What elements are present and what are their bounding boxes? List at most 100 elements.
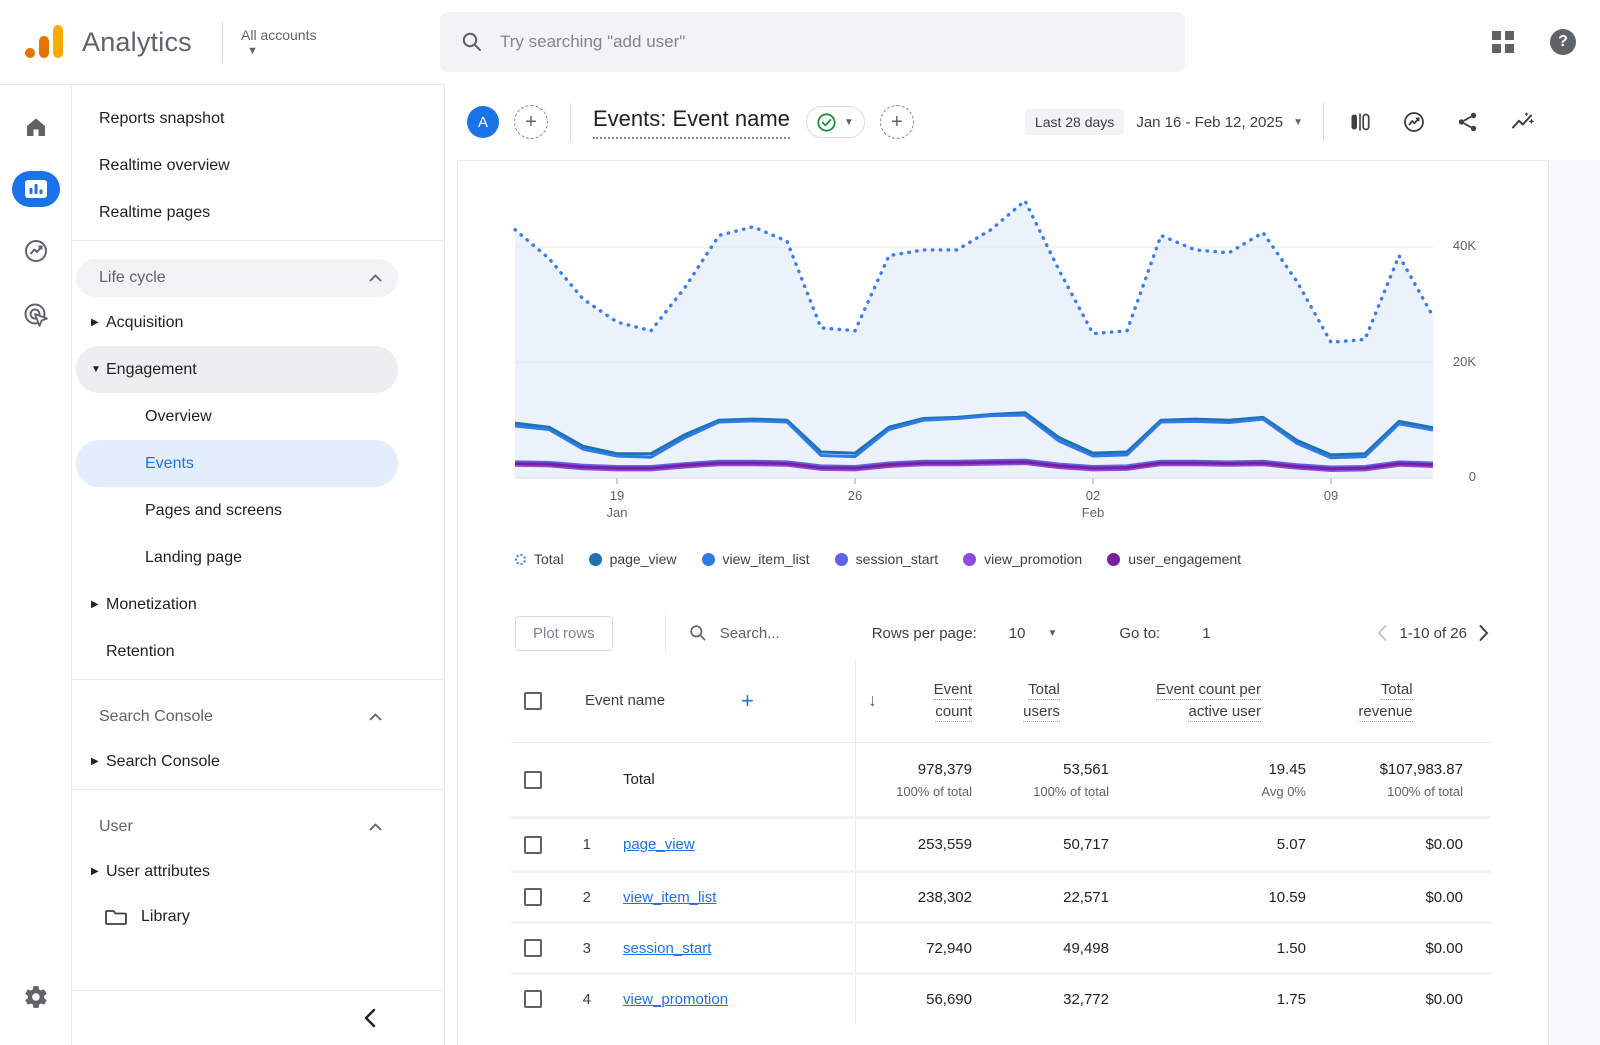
avatar[interactable]: A: [467, 106, 499, 138]
sidebar-item-search-console[interactable]: ▶ Search Console: [76, 738, 398, 785]
sidebar-item-realtime-overview[interactable]: Realtime overview: [72, 142, 444, 189]
sidebar-item-retention[interactable]: Retention: [76, 628, 398, 675]
section-life-cycle[interactable]: Life cycle: [76, 259, 398, 297]
chart-svg: [511, 175, 1439, 487]
table-search-input[interactable]: [720, 625, 830, 642]
chevron-down-icon[interactable]: ▼: [1293, 117, 1303, 128]
total-area-fill: [515, 201, 1433, 478]
sidebar-item-realtime-pages[interactable]: Realtime pages: [72, 189, 444, 236]
google-apps-grid-icon[interactable]: [1492, 31, 1514, 53]
x-axis-label: 09: [1291, 487, 1371, 504]
row-checkbox[interactable]: [524, 836, 542, 854]
right-gutter: [1548, 160, 1600, 1045]
check-circle-icon: [817, 113, 836, 132]
table-total-row: Total 978,379 100% of total 53,561 100% …: [511, 743, 1491, 819]
total-revenue: $107,983.87: [1308, 761, 1463, 778]
sidebar-item-user-attributes[interactable]: ▶ User attributes: [76, 848, 398, 895]
table-search[interactable]: [688, 623, 830, 643]
add-report-button[interactable]: +: [880, 105, 914, 139]
report-status-pill[interactable]: ▼: [806, 106, 865, 138]
column-header-event-name[interactable]: Event name: [585, 692, 665, 709]
report-nav-sidebar: Reports snapshot Realtime overview Realt…: [72, 84, 445, 1045]
caret-right-icon: ▶: [76, 756, 106, 767]
sort-descending-icon[interactable]: ↓: [856, 690, 877, 711]
share-icon[interactable]: [1456, 110, 1480, 134]
plot-rows-button[interactable]: Plot rows: [515, 616, 613, 651]
event-link[interactable]: session_start: [623, 940, 711, 957]
event-link[interactable]: view_promotion: [623, 991, 728, 1008]
x-axis-label: 19Jan: [577, 487, 657, 521]
analytics-logo-icon: [24, 25, 66, 59]
date-range-value[interactable]: Jan 16 - Feb 12, 2025: [1136, 114, 1283, 131]
global-search-input[interactable]: [500, 32, 1140, 52]
sidebar-item-landing-page[interactable]: Landing page: [76, 534, 398, 581]
explore-icon[interactable]: [12, 231, 60, 271]
total-event-count-per-active-user: 19.45: [1111, 761, 1306, 778]
legend-item-user_engagement[interactable]: user_engagement: [1107, 551, 1241, 567]
total-event-count: 978,379: [856, 761, 972, 778]
table-header-row: Event name + ↓ Event count Tot: [511, 659, 1491, 743]
sidebar-item-engagement[interactable]: ▼ Engagement: [76, 346, 398, 393]
legend-label: user_engagement: [1128, 551, 1241, 567]
legend-swatch: [515, 554, 526, 565]
previous-page-icon[interactable]: [1375, 623, 1389, 643]
legend-item-Total[interactable]: Total: [515, 551, 564, 567]
top-bar: Analytics All accounts ▼ ?: [0, 0, 1600, 84]
sidebar-item-monetization[interactable]: ▶ Monetization: [76, 581, 398, 628]
sidebar-item-reports-snapshot[interactable]: Reports snapshot: [72, 95, 444, 142]
admin-gear-icon[interactable]: [12, 977, 60, 1017]
event-link[interactable]: page_view: [623, 836, 695, 853]
collapse-sidebar-icon[interactable]: [362, 1007, 378, 1029]
section-label: Life cycle: [99, 269, 369, 287]
sidebar-item-acquisition[interactable]: ▶ Acquisition: [76, 299, 398, 346]
section-user[interactable]: User: [76, 808, 398, 846]
select-all-checkbox[interactable]: [524, 692, 542, 710]
row-checkbox[interactable]: [524, 939, 542, 957]
row-checkbox[interactable]: [524, 990, 542, 1008]
next-page-icon[interactable]: [1477, 623, 1491, 643]
comparison-icon[interactable]: [1348, 110, 1372, 134]
help-icon[interactable]: ?: [1550, 29, 1576, 55]
legend-item-view_promotion[interactable]: view_promotion: [963, 551, 1082, 567]
chevron-down-icon[interactable]: ▼: [1047, 628, 1057, 639]
chevron-down-icon: ▼: [247, 45, 316, 57]
caret-right-icon: ▶: [76, 866, 106, 877]
legend-item-session_start[interactable]: session_start: [835, 551, 938, 567]
legend-swatch: [1107, 553, 1120, 566]
sidebar-item-events[interactable]: Events: [76, 440, 398, 487]
row-checkbox[interactable]: [524, 771, 542, 789]
event-link[interactable]: view_item_list: [623, 889, 716, 906]
reports-icon[interactable]: [12, 171, 60, 207]
section-search-console[interactable]: Search Console: [76, 698, 398, 736]
legend-item-page_view[interactable]: page_view: [589, 551, 677, 567]
column-header-event-count-per-active-user[interactable]: Event count per active user: [1156, 679, 1261, 723]
insights-sparkle-icon[interactable]: [1510, 110, 1536, 134]
total-label: Total: [597, 771, 855, 788]
account-switcher-label: All accounts: [241, 27, 316, 43]
rows-per-page-select[interactable]: 10: [1009, 625, 1026, 642]
goto-page-input[interactable]: 1: [1202, 625, 1210, 642]
divider: [1323, 103, 1324, 141]
advertising-icon[interactable]: [12, 295, 60, 335]
sidebar-item-library[interactable]: Library: [72, 895, 444, 939]
insights-circle-icon[interactable]: [1402, 110, 1426, 134]
account-switcher[interactable]: All accounts ▼: [241, 27, 316, 57]
column-header-total-revenue[interactable]: Total revenue: [1358, 679, 1412, 723]
column-header-total-users[interactable]: Total users: [1023, 679, 1060, 723]
table-row: 1 page_view 253,559 50,717 5.07 $0.00: [511, 819, 1491, 870]
row-checkbox[interactable]: [524, 888, 542, 906]
column-header-event-count[interactable]: Event count: [877, 679, 972, 723]
legend-item-view_item_list[interactable]: view_item_list: [702, 551, 810, 567]
add-column-button[interactable]: +: [741, 688, 754, 714]
search-icon: [688, 623, 708, 643]
page-title[interactable]: Events: Event name: [593, 106, 790, 139]
legend-label: view_item_list: [723, 551, 810, 567]
sidebar-item-overview[interactable]: Overview: [76, 393, 398, 440]
topbar-divider: [222, 21, 223, 63]
global-search[interactable]: [440, 12, 1185, 72]
add-comparison-button[interactable]: +: [514, 105, 548, 139]
total-users: 53,561: [974, 761, 1109, 778]
sidebar-item-pages-and-screens[interactable]: Pages and screens: [76, 487, 398, 534]
x-axis-label: 26: [815, 487, 895, 504]
home-icon[interactable]: [12, 107, 60, 147]
